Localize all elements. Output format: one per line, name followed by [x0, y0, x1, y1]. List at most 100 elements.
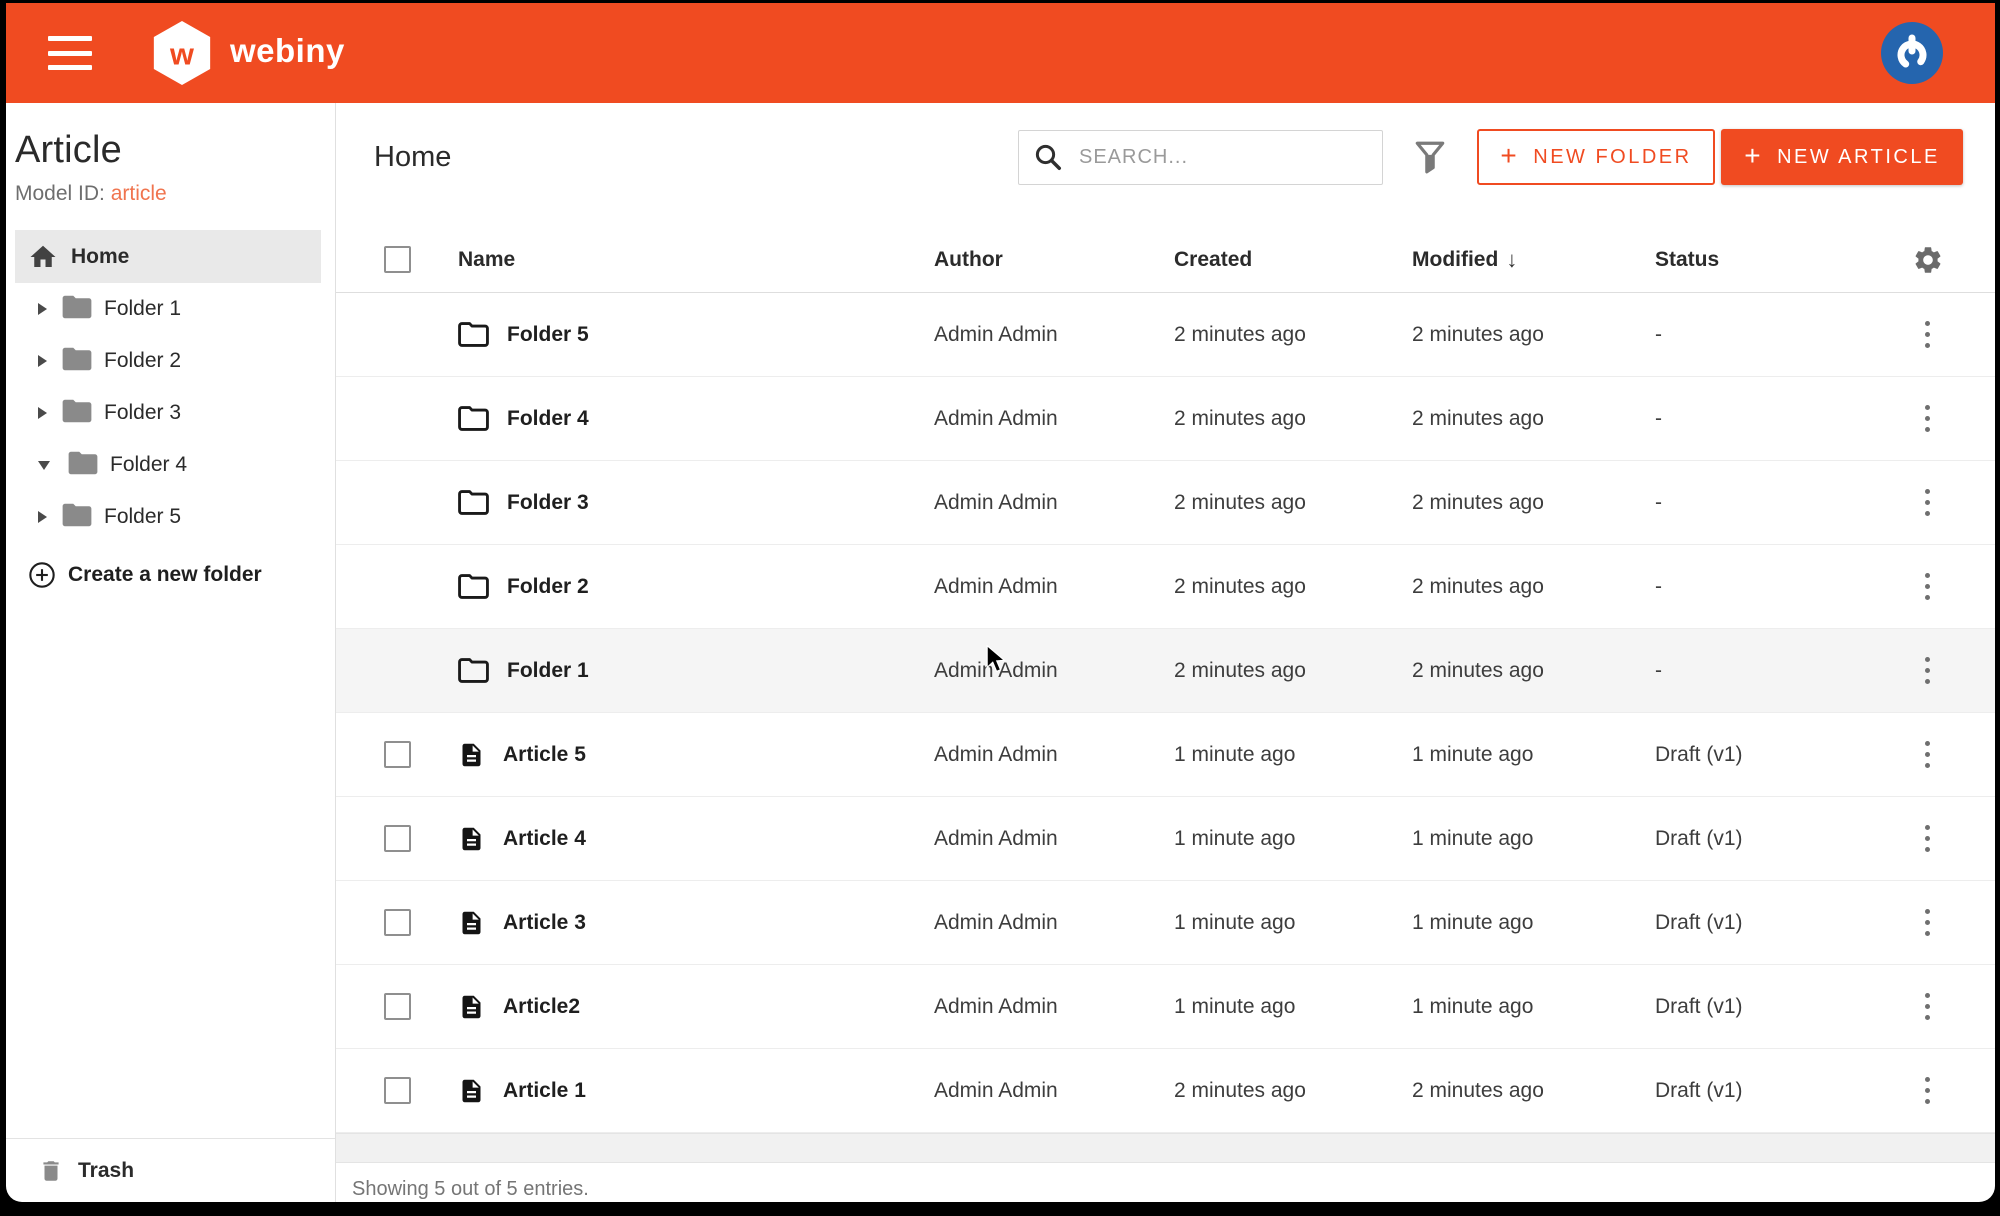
- column-header-author[interactable]: Author: [934, 248, 1174, 272]
- column-header-created[interactable]: Created: [1174, 248, 1412, 272]
- new-folder-button[interactable]: + NEW FOLDER: [1477, 129, 1715, 185]
- table-row[interactable]: Folder 4 Admin Admin 2 minutes ago 2 min…: [336, 377, 1995, 461]
- row-actions-menu-button[interactable]: [1908, 312, 1948, 358]
- horizontal-scrollbar[interactable]: [336, 1133, 1995, 1163]
- entry-created: 1 minute ago: [1174, 827, 1412, 851]
- document-icon: [458, 1075, 485, 1107]
- entry-name[interactable]: Article 4: [503, 827, 586, 851]
- table-row[interactable]: Article 3 Admin Admin 1 minute ago 1 min…: [336, 881, 1995, 965]
- search-input[interactable]: [1079, 146, 1368, 169]
- entry-name[interactable]: Folder 1: [507, 659, 589, 683]
- table-header-row: Name Author Created Modified ↓ Status: [336, 227, 1995, 293]
- brand-logo[interactable]: w webiny: [150, 19, 345, 87]
- row-actions-menu-button[interactable]: [1908, 564, 1948, 610]
- main-content: Home + NEW FOLDER: [336, 103, 1995, 1202]
- entry-author: Admin Admin: [934, 407, 1174, 431]
- row-checkbox[interactable]: [384, 741, 411, 768]
- entry-status: -: [1655, 659, 1900, 683]
- folder-icon: [68, 450, 98, 481]
- sidebar-folder-item[interactable]: Folder 5: [6, 491, 335, 543]
- create-folder-button[interactable]: Create a new folder: [28, 561, 335, 589]
- row-checkbox[interactable]: [384, 993, 411, 1020]
- column-header-modified[interactable]: Modified ↓: [1412, 247, 1655, 273]
- top-navbar: w webiny: [6, 3, 1995, 103]
- row-actions-menu-button[interactable]: [1908, 900, 1948, 946]
- entry-modified: 1 minute ago: [1412, 995, 1655, 1019]
- entry-created: 2 minutes ago: [1174, 575, 1412, 599]
- table-body: Folder 5 Admin Admin 2 minutes ago 2 min…: [336, 293, 1995, 1133]
- table-footer: Showing 5 out of 5 entries.: [336, 1163, 1995, 1202]
- table-row[interactable]: Article 4 Admin Admin 1 minute ago 1 min…: [336, 797, 1995, 881]
- plus-icon: +: [1744, 140, 1763, 172]
- entry-name[interactable]: Article 3: [503, 911, 586, 935]
- folder-label: Folder 3: [104, 401, 181, 425]
- folder-icon: [62, 398, 92, 424]
- entry-name[interactable]: Folder 4: [507, 407, 589, 431]
- sidebar-folder-item[interactable]: Folder 4: [6, 439, 335, 491]
- select-all-checkbox[interactable]: [384, 246, 411, 273]
- entry-name[interactable]: Article 1: [503, 1079, 586, 1103]
- table-settings-button[interactable]: [1900, 244, 1955, 276]
- table-row[interactable]: Article 5 Admin Admin 1 minute ago 1 min…: [336, 713, 1995, 797]
- entries-count-text: Showing 5 out of 5 entries.: [352, 1178, 589, 1201]
- folder-icon: [458, 573, 489, 600]
- entry-status: Draft (v1): [1655, 743, 1900, 767]
- entry-created: 2 minutes ago: [1174, 659, 1412, 683]
- entry-name[interactable]: Article 5: [503, 743, 586, 767]
- table-row[interactable]: Article 1 Admin Admin 2 minutes ago 2 mi…: [336, 1049, 1995, 1133]
- search-icon: [1033, 142, 1063, 172]
- row-checkbox[interactable]: [384, 825, 411, 852]
- sort-descending-icon: ↓: [1506, 247, 1517, 273]
- filter-button[interactable]: [1413, 139, 1447, 175]
- row-actions-menu-button[interactable]: [1908, 396, 1948, 442]
- sidebar-folder-item[interactable]: Folder 3: [6, 387, 335, 439]
- entry-name[interactable]: Folder 2: [507, 575, 589, 599]
- row-actions-menu-button[interactable]: [1908, 984, 1948, 1030]
- brand-wordmark: webiny: [230, 32, 345, 70]
- row-actions-menu-button[interactable]: [1908, 732, 1948, 778]
- column-header-status[interactable]: Status: [1655, 248, 1900, 272]
- document-icon: [458, 907, 485, 939]
- chevron-right-icon[interactable]: [38, 407, 47, 419]
- folder-icon: [458, 405, 489, 432]
- trash-button[interactable]: Trash: [6, 1138, 335, 1202]
- document-icon: [458, 991, 485, 1023]
- model-title: Article: [15, 129, 321, 172]
- chevron-right-icon[interactable]: [38, 511, 47, 523]
- table-row[interactable]: Article2 Admin Admin 1 minute ago 1 minu…: [336, 965, 1995, 1049]
- model-id-value: article: [111, 182, 167, 205]
- folder-icon: [458, 321, 489, 348]
- sidebar-item-home[interactable]: Home: [15, 230, 321, 283]
- row-actions-menu-button[interactable]: [1908, 1068, 1948, 1114]
- entry-name[interactable]: Article2: [503, 995, 580, 1019]
- sidebar-folder-item[interactable]: Folder 2: [6, 335, 335, 387]
- chevron-right-icon[interactable]: [38, 355, 47, 367]
- chevron-right-icon[interactable]: [38, 303, 47, 315]
- row-actions-menu-button[interactable]: [1908, 648, 1948, 694]
- table-row[interactable]: Folder 2 Admin Admin 2 minutes ago 2 min…: [336, 545, 1995, 629]
- entry-name[interactable]: Folder 5: [507, 323, 589, 347]
- folder-icon: [68, 450, 98, 476]
- row-checkbox[interactable]: [384, 1077, 411, 1104]
- entry-modified: 2 minutes ago: [1412, 659, 1655, 683]
- entry-author: Admin Admin: [934, 743, 1174, 767]
- entry-author: Admin Admin: [934, 911, 1174, 935]
- entry-status: -: [1655, 575, 1900, 599]
- table-row[interactable]: Folder 3 Admin Admin 2 minutes ago 2 min…: [336, 461, 1995, 545]
- entry-name[interactable]: Folder 3: [507, 491, 589, 515]
- column-header-name[interactable]: Name: [458, 248, 934, 272]
- screen-frame: w webiny Article Model ID: article: [0, 0, 2000, 1216]
- row-actions-menu-button[interactable]: [1908, 816, 1948, 862]
- row-actions-menu-button[interactable]: [1908, 480, 1948, 526]
- svg-text:w: w: [169, 37, 194, 72]
- entry-author: Admin Admin: [934, 827, 1174, 851]
- chevron-down-icon[interactable]: [38, 461, 50, 470]
- new-article-button[interactable]: + NEW ARTICLE: [1721, 129, 1963, 185]
- table-row[interactable]: Folder 5 Admin Admin 2 minutes ago 2 min…: [336, 293, 1995, 377]
- table-row[interactable]: Folder 1 Admin Admin 2 minutes ago 2 min…: [336, 629, 1995, 713]
- sidebar-folder-item[interactable]: Folder 1: [6, 283, 335, 335]
- row-checkbox[interactable]: [384, 909, 411, 936]
- hamburger-menu-icon[interactable]: [48, 36, 92, 70]
- user-avatar[interactable]: [1881, 22, 1943, 84]
- gear-icon: [1912, 244, 1944, 276]
